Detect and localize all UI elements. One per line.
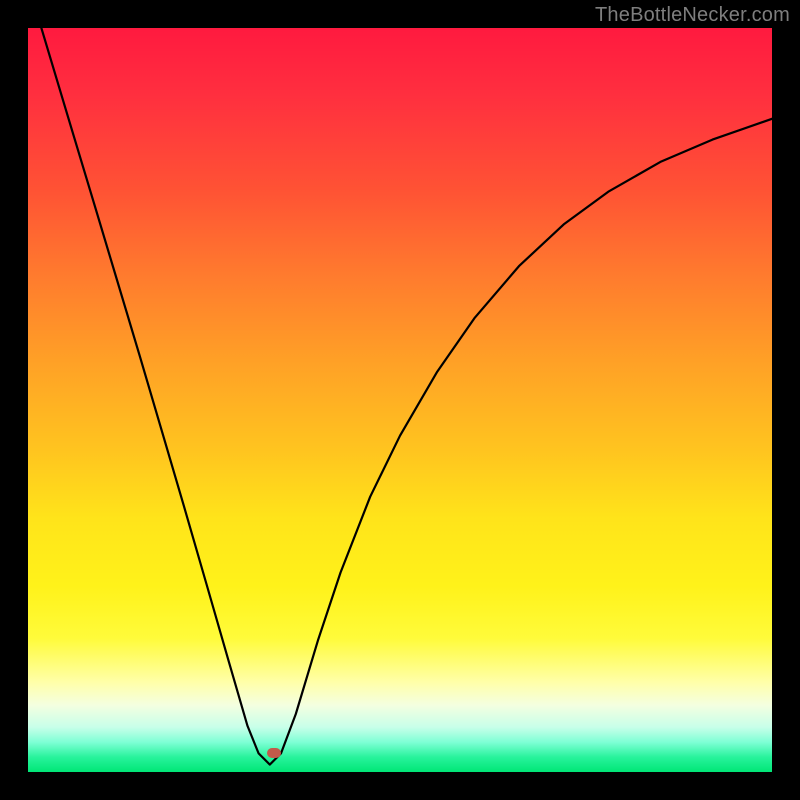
plot-area <box>28 28 772 772</box>
frame: TheBottleNecker.com <box>0 0 800 800</box>
bottleneck-curve <box>28 28 772 765</box>
optimal-point-marker <box>267 748 281 758</box>
watermark-text: TheBottleNecker.com <box>595 4 790 27</box>
curve-svg <box>28 28 772 772</box>
